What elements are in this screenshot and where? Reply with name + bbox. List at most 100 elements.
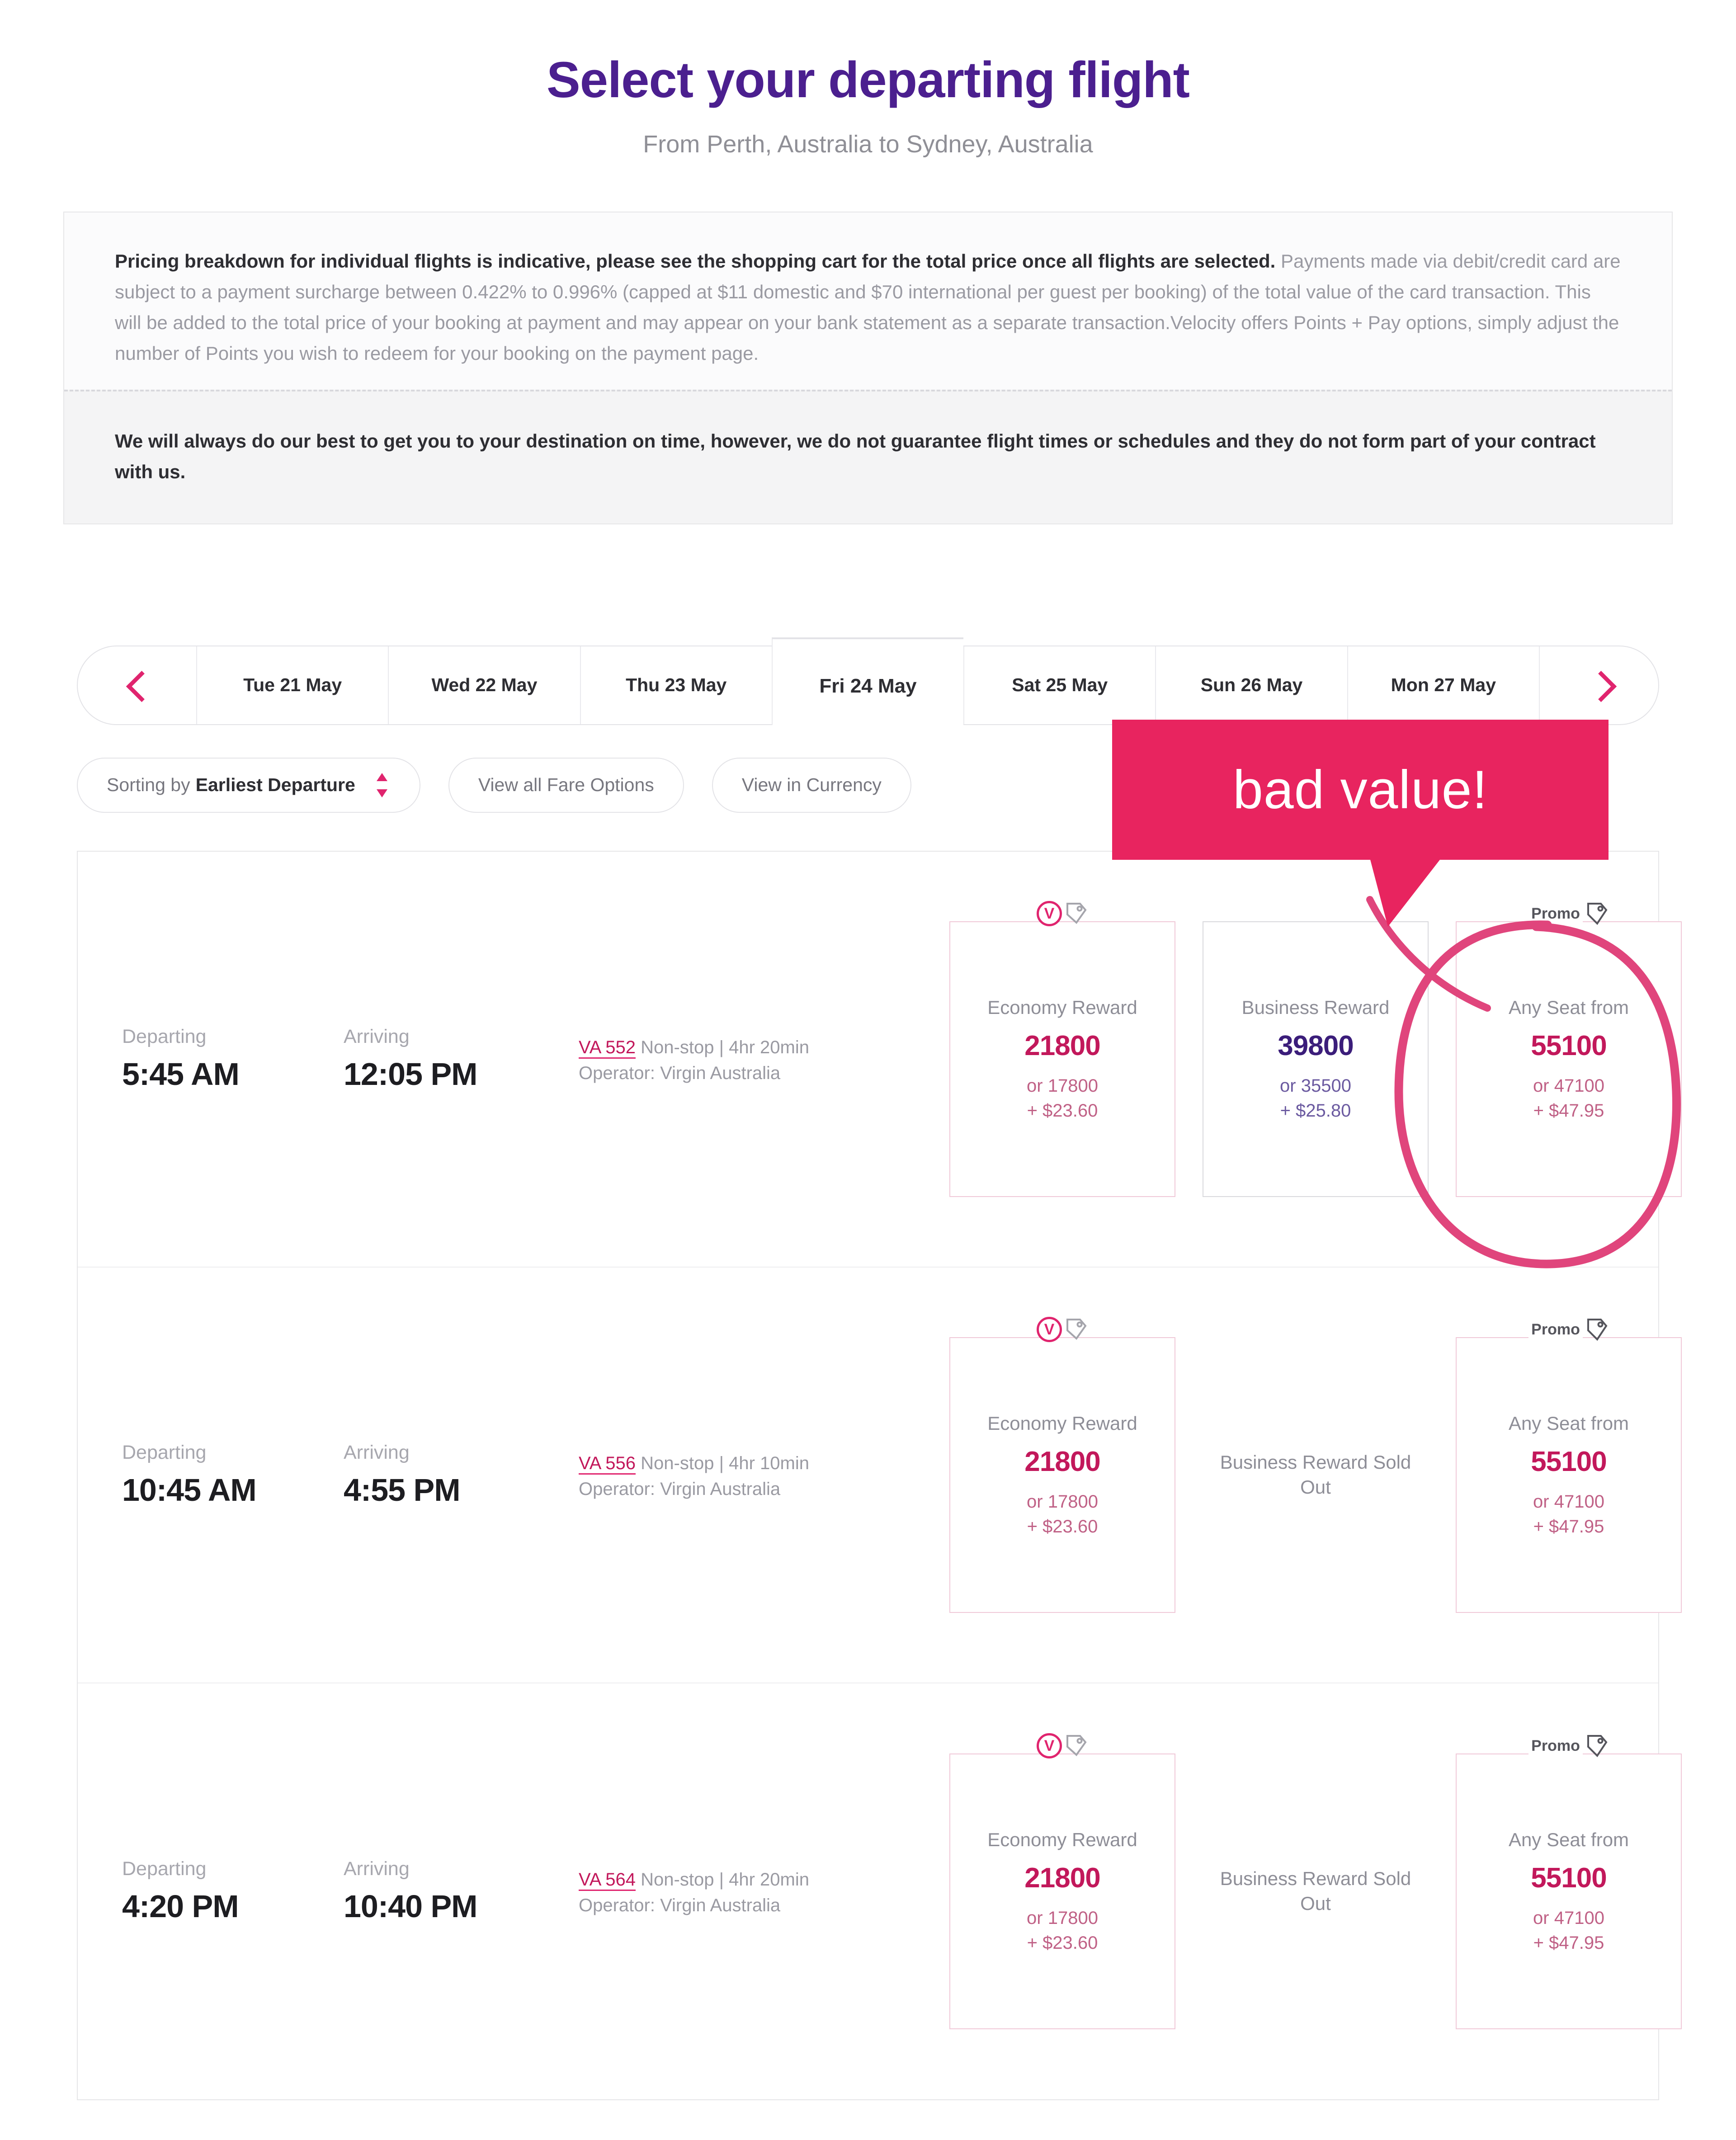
departure-time: 4:20 PM bbox=[122, 1889, 239, 1924]
fare-points-value: 55100 bbox=[1531, 1030, 1607, 1062]
fare-alt-points: or 17800 bbox=[1027, 1492, 1098, 1512]
fare-title: Economy Reward bbox=[987, 996, 1137, 1018]
fare-title: Business Reward Sold Out bbox=[1220, 1868, 1411, 1914]
flight-number-link[interactable]: VA 564 bbox=[579, 1869, 636, 1891]
fare-box-promo[interactable]: Any Seat from 55100 or 47100 + $47.95 bbox=[1456, 921, 1682, 1197]
flight-row: Departing 4:20 PM Arriving 10:40 PM VA 564 N… bbox=[78, 1683, 1682, 2099]
fare-alt-cash: + $47.95 bbox=[1533, 1933, 1604, 1953]
date-tab-label: Fri 24 May bbox=[819, 674, 917, 697]
flight-info: Departing 4:20 PM Arriving 10:40 PM VA 564 N… bbox=[78, 1683, 949, 2099]
fare-slot-economy: V Economy Reward 21800 or 17800 + $23.60 bbox=[949, 900, 1175, 1199]
departing-label: Departing bbox=[122, 1026, 207, 1048]
fare-slot-promo: Promo Any Seat from 55100 or 47100 + $47.95 bbox=[1456, 1318, 1682, 1615]
flight-number-line: VA 552 Non-stop | 4hr 20min bbox=[579, 1035, 949, 1061]
date-tab-thu-23-may[interactable]: Thu 23 May bbox=[580, 646, 772, 724]
page-title: Select your departing flight bbox=[547, 52, 1190, 108]
flight-operator: Operator: Virgin Australia bbox=[579, 1895, 781, 1915]
date-tab-label: Wed 22 May bbox=[431, 674, 538, 696]
date-selector-strip[interactable]: Tue 21 May Wed 22 May Thu 23 May Fri 24 May… bbox=[77, 638, 1659, 725]
date-tab-mon-27-may[interactable]: Mon 27 May bbox=[1347, 646, 1540, 724]
date-next-button[interactable] bbox=[1540, 646, 1658, 724]
fare-points-value: 21800 bbox=[1024, 1862, 1100, 1894]
date-tab-fri-24-may[interactable]: Fri 24 May bbox=[771, 638, 964, 725]
flight-number-link[interactable]: VA 556 bbox=[579, 1453, 636, 1475]
fare-box-promo[interactable]: Any Seat from 55100 or 47100 + $47.95 bbox=[1456, 1753, 1682, 2029]
arrival-time: 12:05 PM bbox=[344, 1056, 477, 1092]
flight-stops-duration: Non-stop | 4hr 10min bbox=[641, 1453, 809, 1473]
view-in-currency-label: View in Currency bbox=[741, 774, 882, 796]
fare-alt-points: or 47100 bbox=[1533, 1492, 1604, 1512]
sorting-dropdown[interactable]: Sorting by Earliest Departure bbox=[77, 757, 420, 813]
fare-points-value: 55100 bbox=[1531, 1446, 1607, 1478]
fare-slot-business: Business Reward 39800 or 35500 + $25.80 bbox=[1203, 919, 1429, 1199]
fare-title: Any Seat from bbox=[1508, 1412, 1629, 1434]
fare-box-economy[interactable]: Economy Reward 21800 or 17800 + $23.60 bbox=[949, 921, 1175, 1197]
fare-alt-points: or 35500 bbox=[1280, 1076, 1351, 1096]
fare-options-group: V Economy Reward 21800 or 17800 + $23.60 Busi… bbox=[949, 852, 1682, 1267]
fare-box-business-soldout: Business Reward Sold Out bbox=[1203, 1753, 1429, 2029]
departing-label: Departing bbox=[122, 1858, 207, 1880]
fare-slot-business: Business Reward Sold Out bbox=[1203, 1335, 1429, 1615]
fare-alt-cash: + $23.60 bbox=[1027, 1516, 1098, 1537]
flight-number-link[interactable]: VA 552 bbox=[579, 1037, 636, 1059]
fare-slot-economy: V Economy Reward 21800 or 17800 + $23.60 bbox=[949, 1733, 1175, 2032]
fare-box-promo[interactable]: Any Seat from 55100 or 47100 + $47.95 bbox=[1456, 1337, 1682, 1613]
date-tab-label: Sun 26 May bbox=[1200, 674, 1303, 696]
sort-updown-glyph bbox=[376, 773, 387, 797]
fare-title: Business Reward Sold Out bbox=[1220, 1452, 1411, 1498]
fare-alt-points: or 17800 bbox=[1027, 1076, 1098, 1096]
view-all-fare-options-button[interactable]: View all Fare Options bbox=[448, 757, 684, 813]
departing-label: Departing bbox=[122, 1442, 207, 1464]
fare-box-business[interactable]: Business Reward 39800 or 35500 + $25.80 bbox=[1203, 921, 1429, 1197]
flight-results-list: Departing 5:45 AM Arriving 12:05 PM VA 552 N… bbox=[77, 850, 1682, 2100]
sort-updown-icon bbox=[373, 771, 391, 799]
flight-info: Departing 10:45 AM Arriving 4:55 PM VA 556 N… bbox=[78, 1268, 949, 1683]
flight-row: Departing 10:45 AM Arriving 4:55 PM VA 556 N… bbox=[78, 1268, 1682, 1683]
promo-tag-label: Promo bbox=[1528, 1321, 1583, 1339]
date-tab-sat-25-may[interactable]: Sat 25 May bbox=[963, 646, 1156, 724]
fare-box-economy[interactable]: Economy Reward 21800 or 17800 + $23.60 bbox=[949, 1753, 1175, 2029]
bad-value-callout-text: bad value! bbox=[1233, 759, 1488, 820]
fare-box-business-soldout: Business Reward Sold Out bbox=[1203, 1337, 1429, 1613]
flight-selection-page: Select your departing flight From Perth,… bbox=[0, 0, 1736, 2140]
fare-alt-cash: + $23.60 bbox=[1027, 1100, 1098, 1121]
arriving-label: Arriving bbox=[344, 1442, 410, 1464]
arrival-column: Arriving 4:55 PM bbox=[344, 1442, 579, 1508]
page-subtitle: From Perth, Australia to Sydney, Austral… bbox=[643, 130, 1093, 158]
pricing-notice-block: Pricing breakdown for individual flights… bbox=[64, 212, 1672, 390]
schedule-notice-text: We will always do our best to get you to… bbox=[115, 430, 1596, 482]
flight-meta-column: VA 556 Non-stop | 4hr 10min Operator: Vir… bbox=[579, 1448, 949, 1502]
flight-number-line: VA 564 Non-stop | 4hr 20min bbox=[579, 1867, 949, 1893]
fare-points-value: 39800 bbox=[1278, 1030, 1354, 1062]
departure-time: 10:45 AM bbox=[122, 1472, 257, 1508]
date-tab-wed-22-may[interactable]: Wed 22 May bbox=[388, 646, 580, 724]
fare-alt-price: or 17800 + $23.60 bbox=[1027, 1074, 1098, 1123]
fare-title: Economy Reward bbox=[987, 1829, 1137, 1850]
flight-operator: Operator: Virgin Australia bbox=[579, 1479, 781, 1499]
departure-column: Departing 5:45 AM bbox=[122, 1026, 344, 1092]
fare-title: Any Seat from bbox=[1508, 1829, 1629, 1850]
fare-alt-points: or 17800 bbox=[1027, 1908, 1098, 1928]
fare-alt-price: or 17800 + $23.60 bbox=[1027, 1490, 1098, 1539]
date-tab-tue-21-may[interactable]: Tue 21 May bbox=[196, 646, 388, 724]
fare-box-economy[interactable]: Economy Reward 21800 or 17800 + $23.60 bbox=[949, 1337, 1175, 1613]
fare-alt-points: or 47100 bbox=[1533, 1076, 1604, 1096]
arrival-column: Arriving 10:40 PM bbox=[344, 1858, 579, 1924]
sorting-prefix-label: Sorting by bbox=[107, 774, 190, 796]
fare-points-value: 21800 bbox=[1024, 1030, 1100, 1062]
departure-column: Departing 10:45 AM bbox=[122, 1442, 344, 1508]
fare-alt-price: or 47100 + $47.95 bbox=[1533, 1906, 1604, 1955]
fare-alt-points: or 47100 bbox=[1533, 1908, 1604, 1928]
date-prev-button[interactable] bbox=[78, 646, 196, 724]
date-tab-sun-26-may[interactable]: Sun 26 May bbox=[1155, 646, 1347, 724]
fare-alt-cash: + $25.80 bbox=[1280, 1100, 1351, 1121]
fare-slot-business: Business Reward Sold Out bbox=[1203, 1751, 1429, 2032]
arrival-column: Arriving 12:05 PM bbox=[344, 1026, 579, 1092]
arriving-label: Arriving bbox=[344, 1858, 410, 1880]
view-in-currency-button[interactable]: View in Currency bbox=[712, 757, 911, 813]
fare-slot-promo: Promo Any Seat from 55100 or 47100 + $47.95 bbox=[1456, 902, 1682, 1199]
arrival-time: 10:40 PM bbox=[344, 1889, 477, 1924]
departure-column: Departing 4:20 PM bbox=[122, 1858, 344, 1924]
fare-alt-cash: + $23.60 bbox=[1027, 1933, 1098, 1953]
fare-alt-price: or 17800 + $23.60 bbox=[1027, 1906, 1098, 1955]
